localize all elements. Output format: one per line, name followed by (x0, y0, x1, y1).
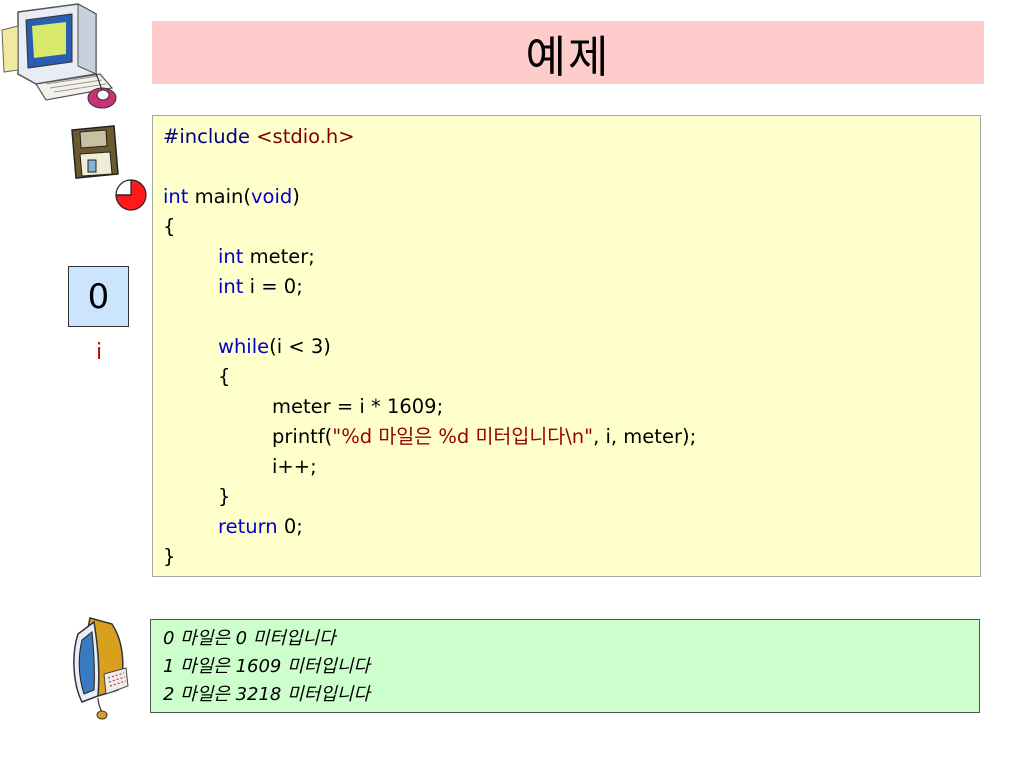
monitor-clipart-icon (73, 617, 129, 720)
keyword-int: int (163, 185, 189, 208)
variable-value-box: 0 (68, 266, 129, 327)
code-line-assign: meter = i * 1609; (272, 395, 444, 418)
code-line-close-brace: } (163, 545, 176, 568)
keyword-int: int (218, 275, 244, 298)
keyword-int: int (218, 245, 244, 268)
keyword-while: while (218, 335, 270, 358)
variable-value: 0 (87, 276, 110, 317)
keyword-void: void (250, 185, 293, 208)
main-close-paren: ) (292, 185, 300, 208)
include-directive: #include (163, 125, 250, 148)
output-line: 1 마일은 1609 미터입니다 (163, 656, 370, 677)
slide-title-text: 예제 (525, 31, 611, 83)
return-value: 0; (277, 515, 303, 538)
computer-clipart-icon (1, 3, 117, 109)
code-line-i-decl: int i = 0; (163, 272, 980, 302)
while-condition: (i < 3) (269, 335, 331, 358)
printf-args: , i, meter); (593, 425, 697, 448)
variable-name-label: i (95, 340, 103, 365)
output-line: 0 마일은 0 미터입니다 (163, 628, 336, 649)
code-line-return: return 0; (163, 512, 980, 542)
code-listing: #include <stdio.h> int main(void) { int … (152, 115, 981, 577)
code-line-inner-open: { (218, 365, 231, 388)
include-header: <stdio.h> (256, 125, 355, 148)
i-declaration: i = 0; (243, 275, 303, 298)
floppy-disk-icon (71, 125, 119, 179)
program-output: 0 마일은 0 미터입니다 1 마일은 1609 미터입니다 2 마일은 321… (150, 619, 980, 713)
main-signature: main( (188, 185, 251, 208)
code-line-inner-close: } (218, 485, 231, 508)
output-line: 2 마일은 3218 미터입니다 (163, 684, 370, 705)
printf-format-string: "%d 마일은 %d 미터입니다\n" (332, 425, 594, 448)
slide-title: 예제 (152, 21, 984, 84)
printf-call: printf( (272, 425, 333, 448)
pie-icon (115, 179, 147, 211)
meter-declaration: meter; (243, 245, 315, 268)
code-line-meter-decl: int meter; (163, 242, 980, 272)
code-line-main: int main(void) (163, 182, 980, 212)
code-line-include: #include <stdio.h> (163, 122, 980, 152)
keyword-return: return (218, 515, 278, 538)
code-line-increment: i++; (272, 455, 317, 478)
code-line-while: while(i < 3) (163, 332, 980, 362)
code-line-printf: printf("%d 마일은 %d 미터입니다\n", i, meter); (163, 422, 980, 452)
code-line-open-brace: { (163, 215, 176, 238)
